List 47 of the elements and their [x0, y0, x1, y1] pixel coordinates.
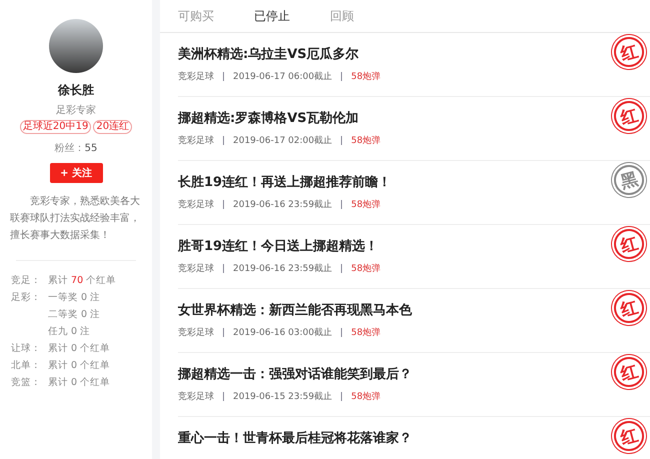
expert-bio: 竞彩专家，熟悉欧美各大联赛球队打法实战经验丰富，擅长赛事大数据采集！	[9, 194, 141, 243]
deadline-text: 2019-06-17 06:00截止	[233, 70, 332, 83]
deadline-text: 2019-06-16 23:59截止	[233, 198, 332, 211]
result-stamp: 红	[610, 98, 648, 134]
deadline-text: 2019-06-15 23:59截止	[233, 390, 332, 403]
price-text: 58炮弹	[351, 390, 381, 403]
avatar-photo-placeholder	[49, 19, 103, 73]
price-text: 58炮弹	[351, 198, 381, 211]
stat-label: 让球：	[11, 342, 41, 356]
deadline-text: 2019-06-16 23:59截止	[233, 262, 332, 275]
deadline-text: 2019-06-16 03:00截止	[233, 326, 332, 339]
price-text: 58炮弹	[351, 70, 381, 83]
deadline-text: 2019-06-17 02:00截止	[233, 134, 332, 147]
expert-name: 徐长胜	[58, 82, 94, 99]
fans-count: 55	[84, 143, 98, 154]
price-text: 58炮弹	[351, 262, 381, 275]
result-stamp: 红	[610, 226, 648, 262]
stat-label: 足彩：	[11, 291, 41, 305]
category-label: 竞彩足球	[178, 70, 214, 83]
stat-value: 一等奖 0 注	[48, 291, 100, 305]
stat-value: 累计 0 个红单	[48, 359, 110, 373]
stat-label: 竞篮：	[11, 376, 41, 390]
stat-value: 累计 70 个红单	[48, 274, 116, 288]
result-stamp: 红	[610, 34, 648, 70]
fans-label: 粉丝：	[54, 143, 85, 154]
stat-value: 任九 0 注	[48, 325, 90, 339]
category-label: 竞彩足球	[178, 198, 214, 211]
stat-label: 北单：	[11, 359, 41, 373]
tab[interactable]: 已停止	[254, 8, 290, 24]
follow-button[interactable]: + 关注	[50, 163, 102, 183]
category-label: 竞彩足球	[178, 262, 214, 275]
result-stamp: 红	[610, 354, 648, 390]
result-stamp: 红	[610, 418, 648, 454]
stat-label: 竞足：	[11, 274, 41, 288]
achievement-tag: 20连红	[93, 120, 132, 134]
category-label: 竞彩足球	[178, 326, 214, 339]
expert-title: 足彩专家	[56, 104, 96, 117]
price-text: 58炮弹	[351, 326, 381, 339]
category-label: 竞彩足球	[178, 390, 214, 403]
category-label: 竞彩足球	[178, 134, 214, 147]
result-stamp: 黑	[610, 162, 648, 198]
achievement-tag: 足球近20中19	[20, 120, 92, 134]
stat-value: 累计 0 个红单	[48, 342, 110, 356]
price-text: 58炮弹	[351, 134, 381, 147]
stat-value: 累计 0 个红单	[48, 376, 110, 390]
result-stamp: 红	[610, 290, 648, 326]
stat-value: 二等奖 0 注	[48, 308, 100, 322]
